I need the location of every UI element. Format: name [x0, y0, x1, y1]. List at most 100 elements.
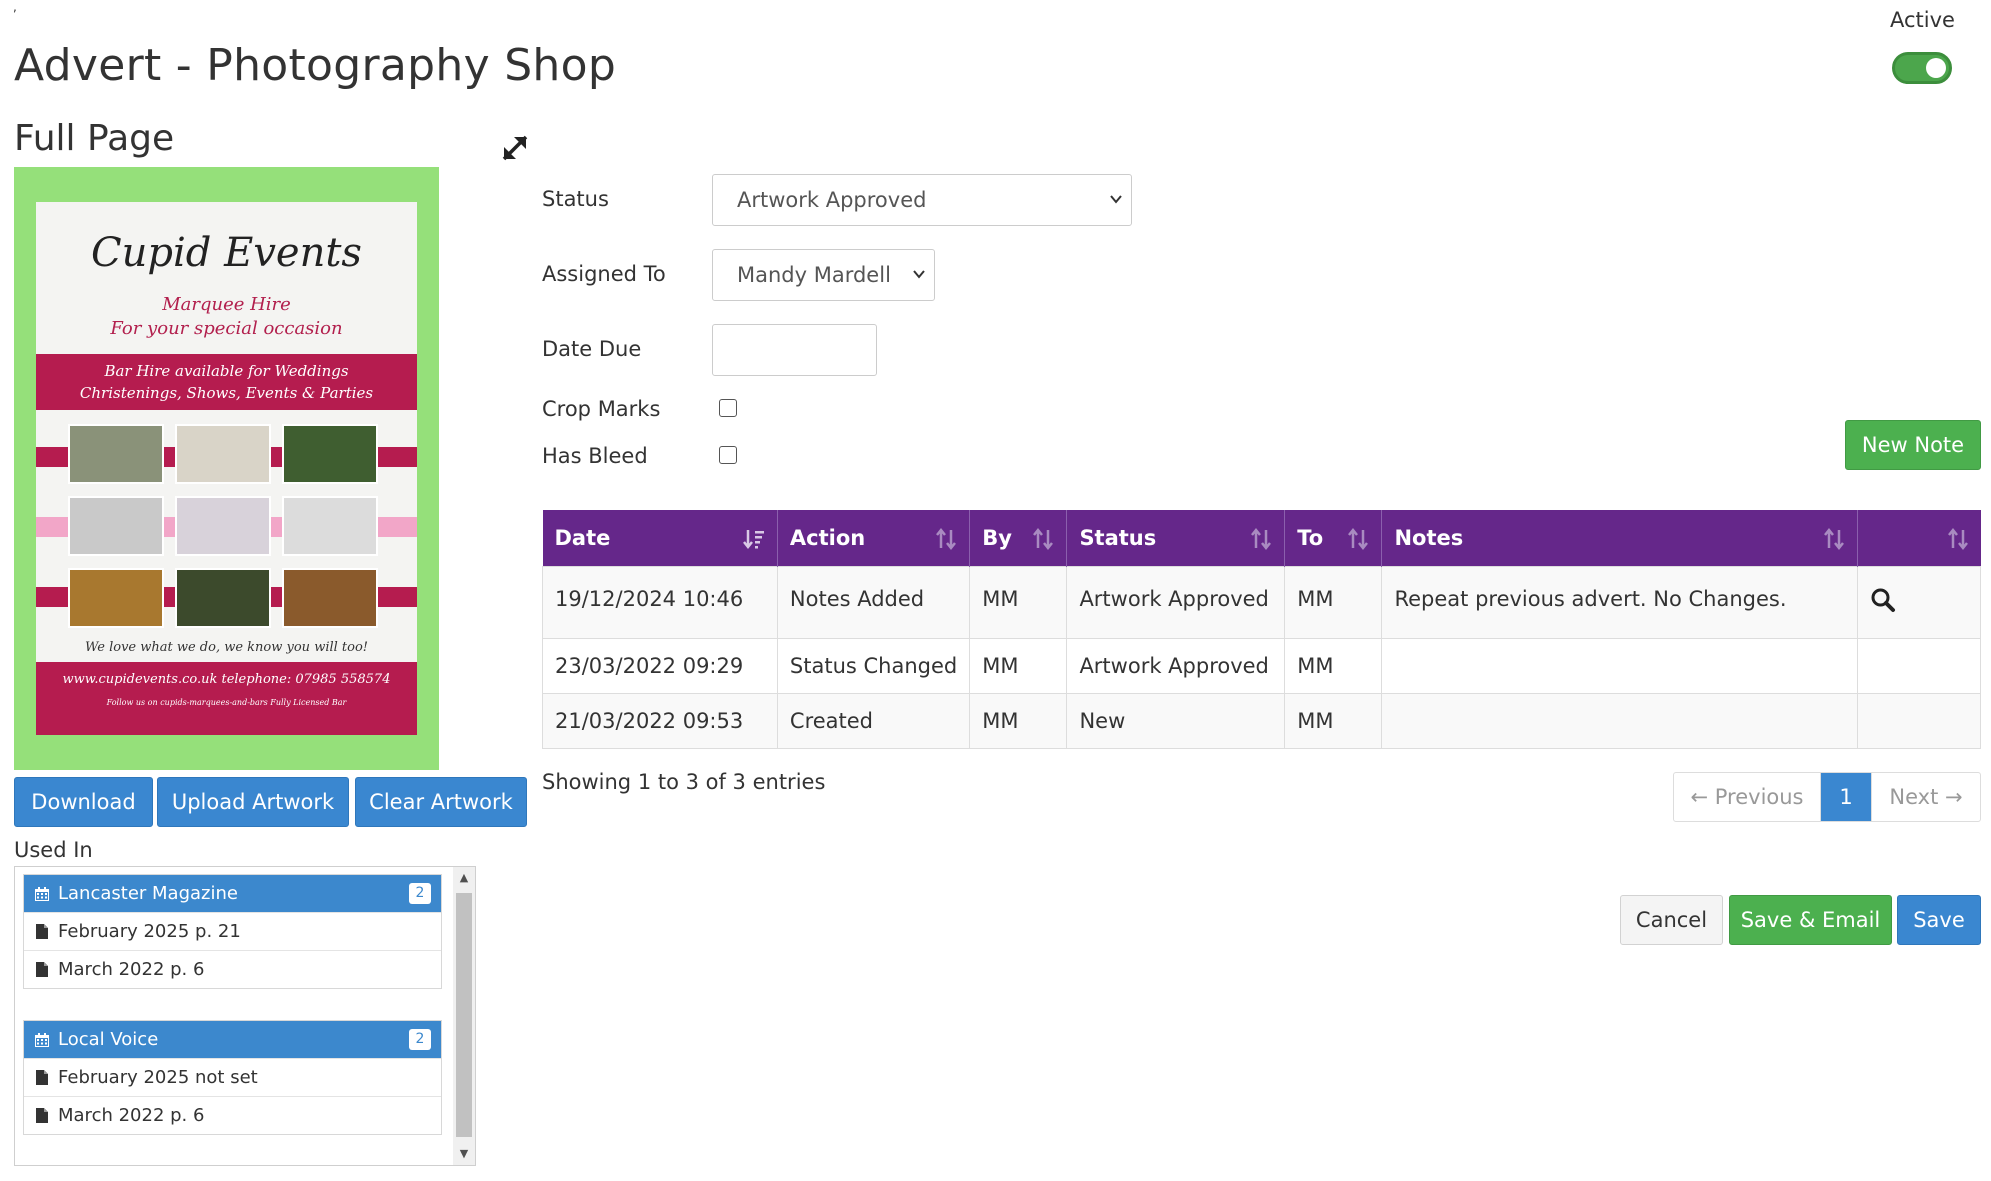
artwork-photo [68, 424, 164, 484]
used-in-list[interactable]: Lancaster Magazine 2 February 2025 p. 21… [14, 866, 476, 1166]
issue-item[interactable]: March 2022 p. 6 [24, 950, 441, 988]
status-select[interactable]: Artwork Approved [712, 174, 1132, 226]
upload-artwork-button[interactable]: Upload Artwork [157, 777, 349, 827]
issue-item[interactable]: March 2022 p. 6 [24, 1096, 441, 1134]
artwork-preview[interactable]: Cupid Events Marquee Hire For your speci… [36, 202, 417, 735]
save-button[interactable]: Save [1897, 895, 1981, 945]
column-header-action[interactable]: Action [777, 510, 971, 566]
issue-item[interactable]: February 2025 p. 21 [24, 912, 441, 950]
cell-to: MM [1284, 692, 1383, 749]
sort-icon [936, 528, 957, 550]
previous-page-button[interactable]: ← Previous [1674, 773, 1821, 821]
calendar-icon [35, 886, 49, 901]
issue-label: March 2022 p. 6 [58, 1105, 205, 1126]
cell-action: Created [776, 692, 971, 749]
cell-notes: Repeat previous advert. No Changes. [1381, 565, 1858, 639]
sort-icon [1947, 528, 1968, 550]
cell-view [1856, 565, 1982, 639]
assigned-to-select[interactable]: Mandy Mardell [712, 249, 935, 301]
scroll-down-arrow-icon[interactable]: ▼ [453, 1143, 475, 1165]
sort-icon [1251, 528, 1272, 550]
scroll-thumb[interactable] [456, 893, 472, 1137]
sort-icon [1348, 528, 1369, 550]
publication-header[interactable]: Local Voice 2 [24, 1021, 441, 1058]
cell-status: Artwork Approved [1066, 637, 1286, 694]
artwork-frame: Cupid Events Marquee Hire For your speci… [14, 167, 439, 770]
expand-icon[interactable] [500, 133, 530, 163]
crop-marks-label: Crop Marks [542, 397, 661, 421]
column-header-label: Date [554, 525, 611, 550]
scroll-up-arrow-icon[interactable]: ▲ [453, 867, 475, 889]
cell-view [1856, 637, 1982, 694]
publication-name: Local Voice [58, 1029, 159, 1050]
publication-panel: Local Voice 2 February 2025 not set Marc… [23, 1020, 442, 1135]
cell-notes [1381, 692, 1858, 749]
column-header-date[interactable]: Date [542, 510, 778, 566]
cell-date: 21/03/2022 09:53 [542, 692, 778, 749]
date-due-label: Date Due [542, 337, 642, 361]
column-header-to[interactable]: To [1284, 510, 1383, 566]
column-header-status[interactable]: Status [1066, 510, 1286, 566]
issue-label: March 2022 p. 6 [58, 959, 205, 980]
artwork-footer-line2: Follow us on cupids-marquees-and-bars Fu… [106, 698, 347, 707]
artwork-photo [282, 568, 378, 628]
issue-count-badge: 2 [409, 1029, 431, 1050]
cancel-button[interactable]: Cancel [1620, 895, 1723, 945]
publication-name: Lancaster Magazine [58, 883, 238, 904]
column-header-label: Status [1079, 525, 1157, 550]
ad-size-title: Full Page [14, 118, 175, 159]
cell-by: MM [969, 692, 1068, 749]
cell-view [1856, 692, 1982, 749]
chevron-down-icon [1110, 195, 1122, 204]
active-toggle[interactable] [1892, 52, 1952, 84]
cell-to: MM [1284, 565, 1383, 639]
artwork-photo-grid [68, 424, 386, 634]
column-header-by[interactable]: By [969, 510, 1068, 566]
table-info: Showing 1 to 3 of 3 entries [542, 770, 826, 794]
artwork-footer: www.cupidevents.co.uk telephone: 07985 5… [36, 662, 417, 735]
document-icon [36, 924, 48, 939]
sort-icon [1823, 528, 1844, 550]
active-label: Active [1890, 8, 1955, 32]
page-1-button[interactable]: 1 [1821, 773, 1871, 821]
pagination: ← Previous 1 Next → [1673, 772, 1981, 822]
page-title: Advert - Photography Shop [14, 40, 617, 91]
save-and-email-button[interactable]: Save & Email [1729, 895, 1892, 945]
sort-desc-icon [742, 530, 764, 550]
artwork-photo [175, 496, 271, 556]
column-header-actions[interactable] [1857, 510, 1981, 566]
cell-notes [1381, 637, 1858, 694]
has-bleed-checkbox[interactable] [719, 446, 737, 464]
download-button[interactable]: Download [14, 777, 153, 827]
document-icon [36, 962, 48, 977]
issue-item[interactable]: February 2025 not set [24, 1058, 441, 1096]
next-page-button[interactable]: Next → [1871, 773, 1980, 821]
column-header-label: By [982, 525, 1012, 550]
publication-header[interactable]: Lancaster Magazine 2 [24, 875, 441, 912]
new-note-button[interactable]: New Note [1845, 420, 1981, 470]
document-icon [36, 1070, 48, 1085]
date-due-input[interactable] [712, 324, 877, 376]
issue-label: February 2025 not set [58, 1067, 258, 1088]
notes-table: Date Action By Status To Notes 19/12/202… [542, 510, 1982, 749]
artwork-photo [68, 568, 164, 628]
issue-count-badge: 2 [409, 883, 431, 904]
cell-status: New [1066, 692, 1286, 749]
crop-marks-checkbox[interactable] [719, 399, 737, 417]
cell-by: MM [969, 565, 1068, 639]
artwork-line1: Marquee Hire [162, 294, 291, 315]
search-icon[interactable] [1870, 587, 1896, 613]
column-header-label: Notes [1394, 525, 1464, 550]
artwork-band-line1: Bar Hire available for Weddings [104, 362, 349, 380]
sort-icon [1033, 528, 1054, 550]
column-header-label: Action [789, 525, 866, 550]
assigned-to-select-value: Mandy Mardell [737, 263, 891, 287]
used-in-scrollbar[interactable]: ▲ ▼ [453, 867, 475, 1165]
clear-artwork-button[interactable]: Clear Artwork [355, 777, 527, 827]
column-header-notes[interactable]: Notes [1381, 510, 1858, 566]
cell-action: Status Changed [776, 637, 971, 694]
column-header-label: To [1297, 525, 1324, 550]
assigned-to-label: Assigned To [542, 262, 666, 286]
table-row: 19/12/2024 10:46 Notes Added MM Artwork … [542, 565, 1982, 639]
table-header-row: Date Action By Status To Notes [542, 510, 1981, 566]
